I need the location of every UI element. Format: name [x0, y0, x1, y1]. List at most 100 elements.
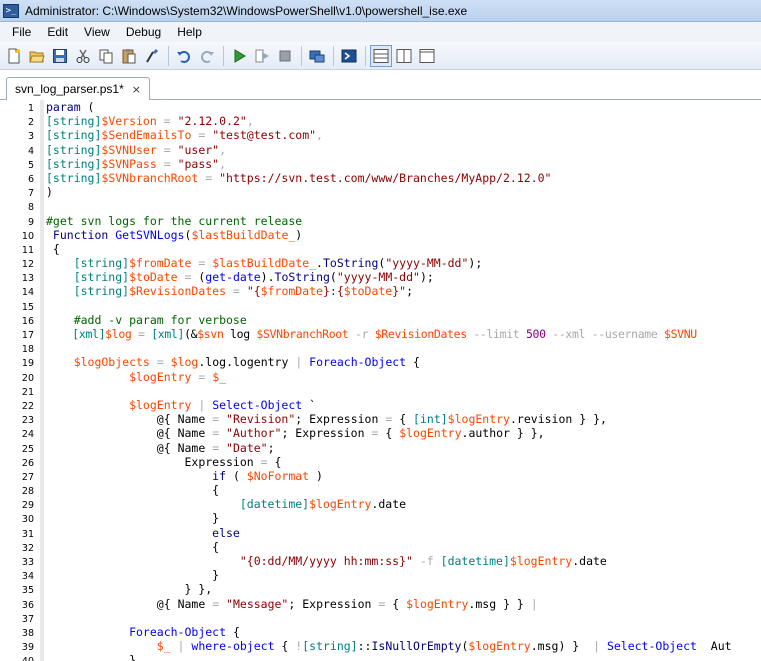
script-pane-top-icon[interactable]: [370, 44, 392, 67]
code-line[interactable]: 21: [0, 384, 761, 398]
menu-file[interactable]: File: [4, 22, 39, 42]
code-line[interactable]: 17 [xml]$log = [xml](&$svn log $SVNbranc…: [0, 327, 761, 341]
code-line[interactable]: 37: [0, 611, 761, 625]
code-area[interactable]: 1 param (2 [string]$Version = "2.12.0.2", 3…: [0, 100, 761, 661]
code-line[interactable]: 20 $logEntry = $_: [0, 370, 761, 384]
code-line[interactable]: 2 [string]$Version = "2.12.0.2",: [0, 114, 761, 128]
code-line[interactable]: 15: [0, 299, 761, 313]
save-icon[interactable]: [49, 45, 71, 67]
menu-edit[interactable]: Edit: [39, 22, 76, 42]
open-icon[interactable]: [26, 45, 48, 67]
code-line[interactable]: 25 @{ Name = "Date";: [0, 441, 761, 455]
string-token: "yyyy-MM-dd": [385, 256, 469, 271]
code-line[interactable]: 33 "{0:dd/MM/yyyy hh:mm:ss}" -f [datetim…: [0, 554, 761, 568]
punct-token: {: [392, 596, 407, 611]
punct-token: @{: [46, 426, 178, 441]
line-text: {: [46, 242, 60, 256]
command-token: Select-Object: [212, 397, 303, 412]
code-line[interactable]: 22 $logEntry | Select-Object `: [0, 398, 761, 412]
redo-icon[interactable]: [196, 45, 218, 67]
script-pane-right-icon[interactable]: [393, 45, 415, 67]
code-line[interactable]: 32 {: [0, 540, 761, 554]
undo-icon[interactable]: [173, 45, 195, 67]
code-line[interactable]: 12 [string]$fromDate = $lastBuildDate_.T…: [0, 256, 761, 270]
type-token: [string]: [46, 142, 102, 157]
variable-token: $SVNPass: [101, 156, 157, 171]
code-line[interactable]: 8: [0, 199, 761, 213]
member-token: Expression: [302, 596, 372, 611]
toolbar-separator: [301, 45, 302, 66]
code-line[interactable]: 1 param (: [0, 100, 761, 114]
variable-token: $SendEmailsTo: [101, 128, 192, 143]
line-text: @{ Name = "Author"; Expression = { $logE…: [46, 426, 545, 440]
code-line[interactable]: 30 }: [0, 511, 761, 525]
punct-token: } },: [509, 426, 545, 441]
copy-icon[interactable]: [95, 45, 117, 67]
paste-icon[interactable]: [118, 45, 140, 67]
code-line[interactable]: 35 } },: [0, 582, 761, 596]
operator-token: =: [371, 596, 393, 611]
code-line[interactable]: 29 [datetime]$logEntry.date: [0, 497, 761, 511]
line-text: $_ | where-object { ![string]::IsNullOrE…: [46, 639, 732, 653]
menu-view[interactable]: View: [76, 22, 118, 42]
code-line[interactable]: 31 else: [0, 526, 761, 540]
code-line[interactable]: 26 Expression = {: [0, 455, 761, 469]
member-token: Expression: [295, 426, 365, 441]
variable-token: $_: [212, 369, 227, 384]
close-icon[interactable]: ×: [132, 83, 141, 96]
code-line[interactable]: 40 }: [0, 653, 761, 661]
menu-debug[interactable]: Debug: [118, 22, 169, 42]
clear-icon[interactable]: [141, 45, 163, 67]
code-line[interactable]: 28 {: [0, 483, 761, 497]
line-text: }: [46, 653, 136, 661]
menu-help[interactable]: Help: [169, 22, 210, 42]
code-line[interactable]: 5 [string]$SVNPass = "pass",: [0, 157, 761, 171]
code-line[interactable]: 9 #get svn logs for the current release: [0, 214, 761, 228]
code-line[interactable]: 34 }: [0, 568, 761, 582]
line-text: $logEntry | Select-Object `: [46, 398, 316, 412]
code-line[interactable]: 19 $logObjects = $log.log.logentry | For…: [0, 355, 761, 369]
line-number: 40: [0, 655, 34, 661]
code-line[interactable]: 11 {: [0, 242, 761, 256]
code-line[interactable]: 7): [0, 185, 761, 199]
code-line[interactable]: 10 Function GetSVNLogs($lastBuildDate_): [0, 228, 761, 242]
keyword-token: if: [46, 468, 227, 483]
code-line[interactable]: 3 [string]$SendEmailsTo = "test@test.com"…: [0, 128, 761, 142]
code-line[interactable]: 39 $_ | where-object { ![string]::IsNull…: [0, 639, 761, 653]
code-line[interactable]: 18: [0, 341, 761, 355]
cut-icon[interactable]: [72, 45, 94, 67]
variable-token: $Version: [101, 114, 157, 129]
code-line[interactable]: 27 if ( $NoFormat ): [0, 469, 761, 483]
line-text: Function GetSVNLogs($lastBuildDate_): [46, 228, 302, 242]
tab-svn-log-parser[interactable]: svn_log_parser.ps1* ×: [6, 77, 150, 101]
code-line[interactable]: 13 [string]$toDate = (get-date).ToString…: [0, 270, 761, 284]
operator-token: |: [530, 596, 538, 611]
method-token: ToString: [274, 270, 330, 285]
punct-token: }: [46, 511, 220, 526]
new-script-icon[interactable]: [3, 45, 25, 67]
launch-powershell-icon[interactable]: [338, 45, 360, 67]
variable-token: $logEntry: [46, 397, 192, 412]
code-line[interactable]: 36 @{ Name = "Message"; Expression = { $…: [0, 597, 761, 611]
run-selection-icon[interactable]: [251, 45, 273, 67]
code-line[interactable]: 23 @{ Name = "Revision"; Expression = { …: [0, 412, 761, 426]
script-editor[interactable]: 1 param (2 [string]$Version = "2.12.0.2", 3…: [0, 100, 761, 661]
window-title: Administrator: C:\Windows\System32\Windo…: [25, 3, 468, 18]
code-line[interactable]: 38 Foreach-Object {: [0, 625, 761, 639]
line-text: [string]$SendEmailsTo = "test@test.com",: [46, 128, 323, 142]
code-line[interactable]: 14 [string]$RevisionDates = "{$fromDate}…: [0, 284, 761, 298]
member-token: date: [579, 554, 607, 568]
code-line[interactable]: 24 @{ Name = "Author"; Expression = { $l…: [0, 426, 761, 440]
script-pane-max-icon[interactable]: [416, 45, 438, 67]
string-token: "Message": [226, 596, 289, 611]
stop-icon[interactable]: [274, 45, 296, 67]
punct-token: .: [226, 355, 233, 370]
operator-token: =: [149, 355, 171, 370]
punct-token: @{: [46, 440, 178, 455]
run-icon[interactable]: [228, 45, 250, 67]
code-line[interactable]: 4 [string]$SVNUser = "user",: [0, 143, 761, 157]
punct-token: ).: [260, 270, 275, 285]
remote-powershell-icon[interactable]: [306, 45, 328, 67]
code-line[interactable]: 16 #add -v param for verbose: [0, 313, 761, 327]
code-line[interactable]: 6 [string]$SVNbranchRoot = "https://svn.t…: [0, 171, 761, 185]
